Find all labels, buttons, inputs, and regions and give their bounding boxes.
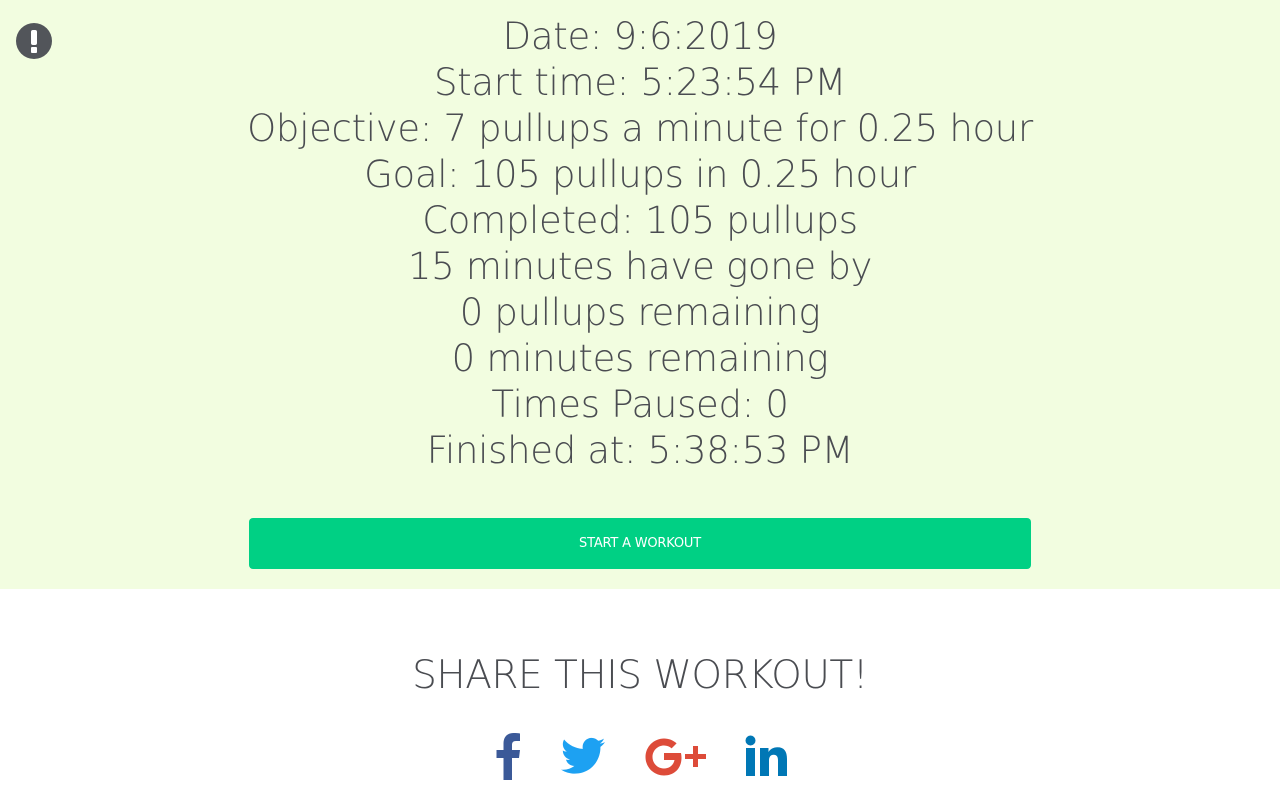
times-paused-line: Times Paused: 0 [491, 383, 789, 426]
reps-remaining-line: 0 pullups remaining [459, 291, 821, 334]
minutes-remaining-line: 0 minutes remaining [451, 337, 829, 380]
objective-line: Objective: 7 pullups a minute for 0.25 h… [247, 107, 1033, 150]
linkedin-icon [745, 735, 787, 776]
twitter-icon [561, 737, 605, 774]
twitter-share-link[interactable] [560, 728, 606, 784]
google-plus-share-link[interactable] [642, 728, 710, 784]
elapsed-line: 15 minutes have gone by [407, 245, 873, 288]
workout-summary-panel: Date: 9:6:2019 Start time: 5:23:54 PM Ob… [0, 0, 1280, 589]
start-time-line: Start time: 5:23:54 PM [434, 61, 846, 104]
start-workout-button[interactable]: START A WORKOUT [249, 518, 1031, 569]
share-title: SHARE THIS WORKOUT! [412, 653, 868, 698]
linkedin-share-link[interactable] [743, 728, 789, 784]
google-plus-icon [645, 738, 706, 776]
date-line: Date: 9:6:2019 [502, 15, 778, 58]
completed-line: Completed: 105 pullups [422, 199, 858, 242]
facebook-share-link[interactable] [494, 728, 522, 784]
facebook-icon [496, 733, 520, 780]
social-share-row [0, 728, 1280, 788]
goal-line: Goal: 105 pullups in 0.25 hour [364, 153, 916, 196]
workout-stats: Date: 9:6:2019 Start time: 5:23:54 PM Ob… [0, 14, 1280, 474]
finished-at-line: Finished at: 5:38:53 PM [426, 429, 854, 472]
